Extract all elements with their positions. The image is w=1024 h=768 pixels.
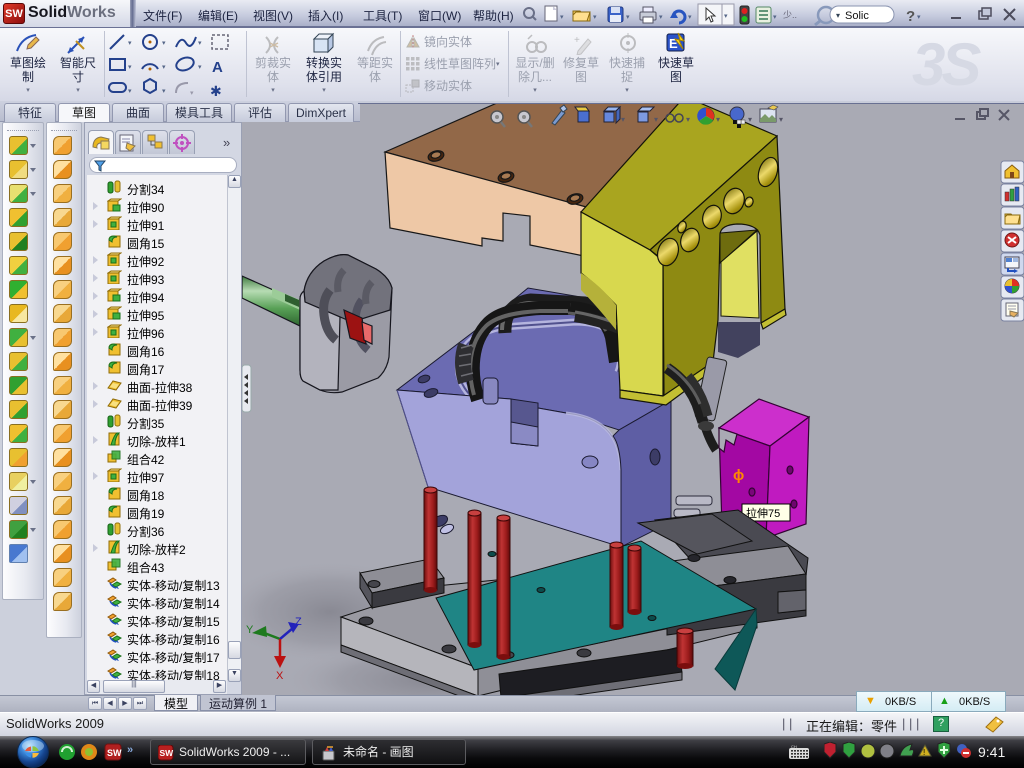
svg-text:▾: ▾ [659, 14, 663, 21]
svg-text:»: » [127, 744, 133, 756]
svg-text:SW: SW [107, 748, 122, 758]
svg-text:▾: ▾ [748, 115, 752, 124]
svg-text:▾: ▾ [560, 14, 564, 21]
svg-text:拉伸75: 拉伸75 [746, 506, 780, 520]
svg-text:▾: ▾ [773, 14, 777, 21]
svg-text:▾: ▾ [917, 14, 921, 21]
svg-text:▾: ▾ [162, 88, 166, 95]
svg-text:▾: ▾ [836, 11, 840, 20]
svg-text:✱: ✱ [210, 83, 222, 99]
svg-text:▾: ▾ [190, 90, 194, 97]
svg-text:Z: Z [295, 616, 302, 628]
svg-text:▾: ▾ [716, 115, 720, 124]
svg-text:▾: ▾ [686, 115, 690, 124]
svg-text:E: E [669, 36, 678, 51]
svg-text:Solic: Solic [845, 10, 869, 22]
svg-text:ϕ: ϕ [733, 467, 744, 484]
svg-text:▾: ▾ [621, 115, 625, 124]
svg-text:SW: SW [160, 748, 175, 758]
svg-text:Y: Y [246, 624, 254, 636]
svg-text:▾: ▾ [626, 14, 630, 21]
svg-text:?: ? [906, 8, 915, 25]
svg-text:少..: 少.. [783, 10, 797, 20]
svg-text:▾: ▾ [162, 40, 166, 47]
svg-text:CH: CH [791, 744, 797, 749]
svg-text:X: X [276, 670, 284, 682]
svg-text:+: + [574, 35, 580, 46]
svg-text:▾: ▾ [128, 88, 132, 95]
svg-text:A: A [212, 59, 223, 76]
svg-text:▾: ▾ [688, 14, 692, 21]
svg-text:▾: ▾ [198, 40, 202, 47]
svg-text:▾: ▾ [724, 13, 728, 20]
svg-text:▾: ▾ [593, 14, 597, 21]
svg-text:▾: ▾ [654, 115, 658, 124]
svg-text:!: ! [923, 748, 925, 757]
svg-text:▾: ▾ [128, 40, 132, 47]
svg-text:▾: ▾ [779, 115, 783, 124]
svg-text:▾: ▾ [198, 64, 202, 71]
svg-text:▾: ▾ [128, 64, 132, 71]
svg-text:▾: ▾ [162, 64, 166, 71]
